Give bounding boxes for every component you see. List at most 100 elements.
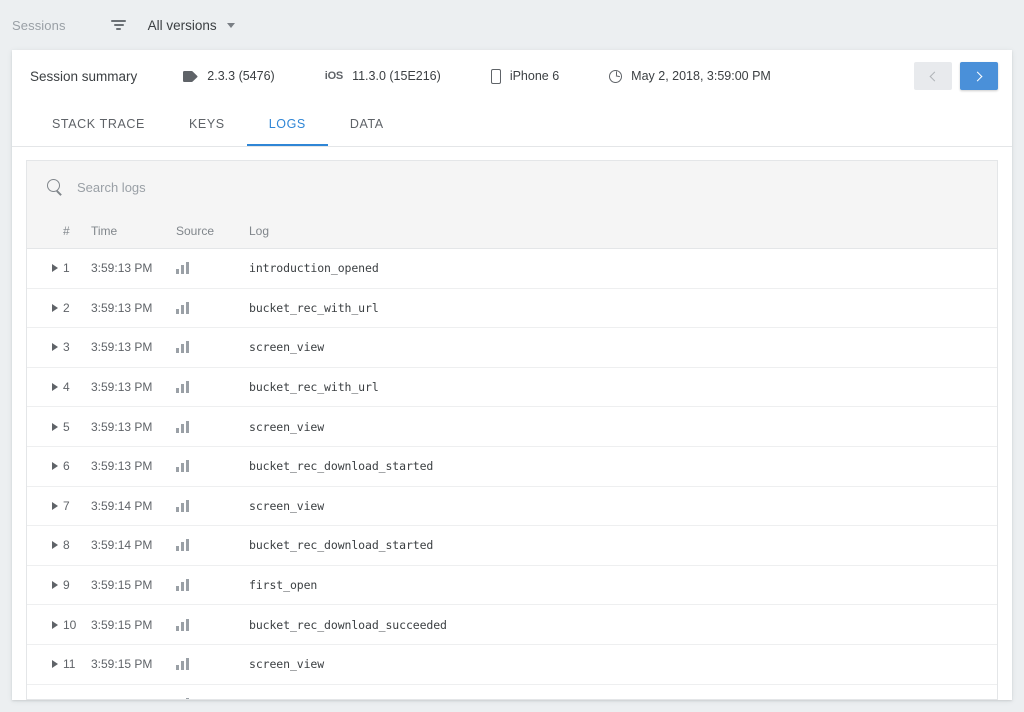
- cell-log: screen_view: [249, 498, 325, 513]
- table-row[interactable]: 9 3:59:15 PM first_open: [27, 564, 997, 605]
- cell-source: [176, 658, 249, 671]
- caret-right-icon: [52, 422, 58, 431]
- cell-time: 3:59:13 PM: [91, 380, 153, 395]
- tab-stack-trace[interactable]: STACK TRACE: [30, 102, 167, 146]
- expand-row-toggle[interactable]: [27, 462, 63, 471]
- cell-log: screen_view: [249, 657, 325, 672]
- caret-right-icon: [52, 383, 58, 392]
- cell-log: bucket_rec_download_started: [249, 538, 434, 553]
- cell-source: [176, 460, 249, 473]
- column-header-log: Log: [249, 223, 270, 238]
- table-row[interactable]: 1 3:59:13 PM introduction_opened: [27, 248, 997, 288]
- logs-panel: Search logs # Time Source Log 1 3:59:13 …: [26, 160, 998, 700]
- table-row[interactable]: 5 3:59:13 PM screen_view: [27, 406, 997, 446]
- search-input[interactable]: Search logs: [77, 180, 146, 195]
- tab-logs[interactable]: LOGS: [246, 102, 329, 146]
- table-row[interactable]: 4 3:59:13 PM bucket_rec_with_url: [27, 366, 997, 407]
- cell-index: 7: [63, 498, 70, 513]
- cell-log: screen_view: [249, 340, 325, 355]
- expand-row-toggle[interactable]: [27, 383, 63, 392]
- filter-icon[interactable]: [110, 16, 128, 34]
- timestamp-meta: May 2, 2018, 3:59:00 PM: [609, 69, 771, 83]
- page-title: Sessions: [12, 17, 66, 33]
- bar-chart-icon: [176, 381, 189, 394]
- cell-source: [176, 579, 249, 592]
- expand-row-toggle[interactable]: [27, 303, 63, 312]
- table-row[interactable]: 11 3:59:15 PM screen_view: [27, 643, 997, 684]
- cell-source: [176, 262, 249, 275]
- expand-row-toggle[interactable]: [27, 264, 63, 273]
- expand-row-toggle[interactable]: [27, 620, 63, 629]
- version-filter-label: All versions: [147, 17, 217, 33]
- cell-source: [176, 618, 249, 631]
- bar-chart-icon: [176, 341, 189, 354]
- caret-right-icon: [52, 620, 58, 629]
- table-row[interactable]: 7 3:59:14 PM screen_view: [27, 485, 997, 526]
- bar-chart-icon: [176, 579, 189, 592]
- cell-index: 4: [63, 380, 70, 395]
- expand-row-toggle[interactable]: [27, 581, 63, 590]
- cell-source: [176, 341, 249, 354]
- cell-log: bucket_rec_with_url: [249, 300, 379, 315]
- cell-log: bucket_rec_with_url: [249, 380, 379, 395]
- cell-time: 3:59:15 PM: [91, 617, 153, 632]
- expand-row-toggle[interactable]: [27, 343, 63, 352]
- caret-right-icon: [52, 501, 58, 510]
- cell-time: 3:59:13 PM: [91, 459, 153, 474]
- next-session-button[interactable]: [960, 62, 998, 90]
- timestamp-value: May 2, 2018, 3:59:00 PM: [631, 69, 771, 83]
- table-row[interactable]: 12 3:59:15 PM bucket_rec_download_failed: [27, 683, 997, 699]
- session-summary-bar: Session summary 2.3.3 (5476) iOS 11.3.0 …: [12, 50, 1012, 102]
- tab-data[interactable]: DATA: [328, 102, 406, 146]
- previous-session-button[interactable]: [914, 62, 952, 90]
- app-version-value: 2.3.3 (5476): [207, 69, 275, 83]
- search-icon: [47, 179, 63, 195]
- bar-chart-icon: [176, 262, 189, 275]
- cell-index: 12: [63, 697, 91, 699]
- column-header-source: Source: [176, 223, 215, 238]
- device-value: iPhone 6: [509, 69, 560, 83]
- table-row[interactable]: 6 3:59:13 PM bucket_rec_download_started: [27, 445, 997, 486]
- caret-right-icon: [52, 581, 58, 590]
- table-row[interactable]: 10 3:59:15 PM bucket_rec_download_succee…: [27, 604, 997, 644]
- cell-source: [176, 697, 249, 699]
- cell-time: 3:59:15 PM: [91, 697, 176, 699]
- expand-row-toggle[interactable]: [27, 501, 63, 510]
- session-navigation: [914, 62, 998, 90]
- tab-keys[interactable]: KEYS: [167, 102, 247, 146]
- caret-right-icon: [52, 541, 58, 550]
- column-header-time: Time: [91, 223, 118, 238]
- device-meta: iPhone 6: [490, 68, 560, 84]
- cell-log: bucket_rec_download_succeeded: [249, 617, 447, 632]
- expand-row-toggle[interactable]: [27, 541, 63, 550]
- search-logs-row[interactable]: Search logs: [27, 161, 997, 213]
- bar-chart-icon: [176, 618, 189, 631]
- bar-chart-icon: [176, 301, 189, 314]
- bar-chart-icon: [176, 460, 189, 473]
- app-version-meta: 2.3.3 (5476): [183, 69, 275, 83]
- top-bar: Sessions All versions: [0, 0, 1024, 50]
- table-row[interactable]: 2 3:59:13 PM bucket_rec_with_url: [27, 287, 997, 328]
- cell-time: 3:59:15 PM: [91, 657, 153, 672]
- cell-time: 3:59:15 PM: [91, 578, 153, 593]
- cell-time: 3:59:14 PM: [91, 538, 153, 553]
- expand-row-toggle[interactable]: [27, 660, 63, 669]
- expand-row-toggle[interactable]: [27, 422, 63, 431]
- table-row[interactable]: 8 3:59:14 PM bucket_rec_download_started: [27, 525, 997, 565]
- table-row[interactable]: 3 3:59:13 PM screen_view: [27, 327, 997, 367]
- phone-icon: [490, 68, 501, 84]
- cell-source: [176, 499, 249, 512]
- cell-time: 3:59:14 PM: [91, 498, 153, 513]
- cell-time: 3:59:13 PM: [91, 419, 153, 434]
- chevron-left-icon: [929, 71, 940, 81]
- os-version-meta: iOS 11.3.0 (15E216): [325, 69, 441, 83]
- session-card: Session summary 2.3.3 (5476) iOS 11.3.0 …: [12, 50, 1012, 700]
- cell-source: [176, 420, 249, 433]
- version-filter-dropdown[interactable]: All versions: [148, 18, 235, 33]
- cell-log: bucket_rec_download_started: [249, 459, 434, 474]
- cell-source: [176, 539, 249, 552]
- cell-index: 1: [63, 261, 70, 276]
- cell-index: 11: [63, 657, 76, 672]
- bar-chart-icon: [176, 539, 189, 552]
- clock-icon: [609, 69, 623, 83]
